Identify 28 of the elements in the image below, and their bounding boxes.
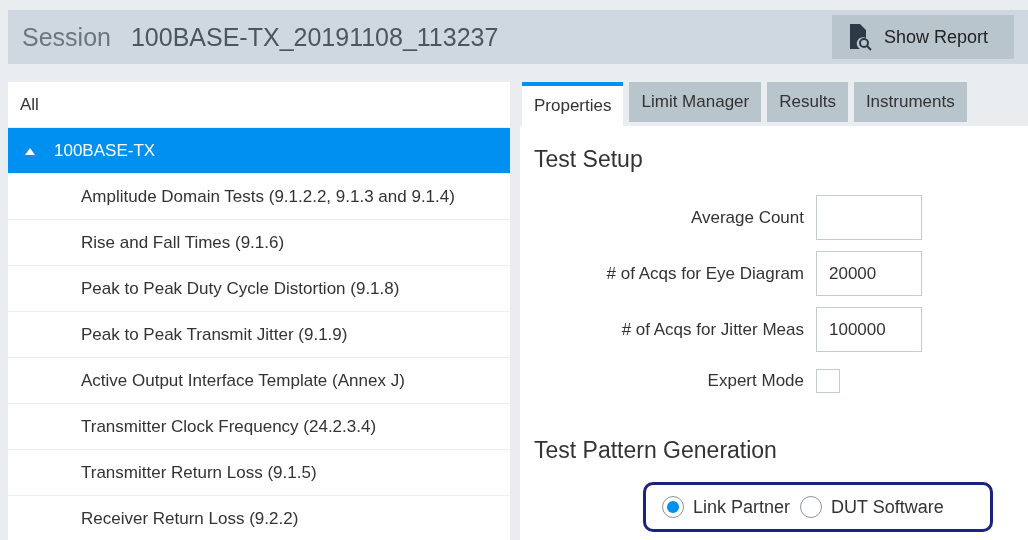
radio-option[interactable]: Link Partner: [662, 496, 791, 518]
input-field[interactable]: 100000: [816, 307, 922, 352]
session-label: Session: [22, 22, 111, 52]
input-field[interactable]: 20000: [816, 251, 922, 296]
tree-item[interactable]: Amplitude Domain Tests (9.1.2.2, 9.1.3 and 9.1.4): [8, 174, 510, 220]
tab[interactable]: Properties: [522, 82, 624, 126]
tree-item[interactable]: Peak to Peak Transmit Jitter (9.1.9): [8, 312, 510, 358]
radio-option[interactable]: DUT Software: [800, 496, 944, 518]
field-label: Expert Mode: [706, 371, 804, 391]
tab[interactable]: Results: [767, 82, 848, 122]
field-label: Average Count: [689, 207, 804, 228]
show-report-button[interactable]: Show Report: [832, 15, 1014, 59]
tree-item[interactable]: Transmitter Clock Frequency (24.2.3.4): [8, 404, 510, 450]
tree-item[interactable]: Receiver Return Loss (9.2.2): [8, 496, 510, 540]
field-label: # of Acqs for Eye Diagram: [605, 263, 804, 284]
section-heading: Test Setup: [534, 146, 644, 173]
field-label: # of Acqs for Jitter Meas: [620, 319, 804, 340]
tree-item[interactable]: Peak to Peak Duty Cycle Distortion (9.1.8): [8, 266, 510, 312]
tab[interactable]: Instruments: [853, 82, 967, 122]
tree-item[interactable]: Transmitter Return Loss (9.1.5): [8, 450, 510, 496]
section-heading: Test Pattern Generation: [534, 437, 778, 464]
tab[interactable]: Limit Manager: [629, 82, 762, 122]
tree-item[interactable]: Active Output Interface Template (Annex J): [8, 358, 510, 404]
checkbox[interactable]: [816, 369, 840, 393]
report-search-icon: [848, 23, 872, 51]
session-title: 100BASE-TX_20191108_113237: [130, 22, 500, 52]
input-field[interactable]: [816, 195, 922, 240]
tree-item[interactable]: Rise and Fall Times (9.1.6): [8, 220, 510, 266]
